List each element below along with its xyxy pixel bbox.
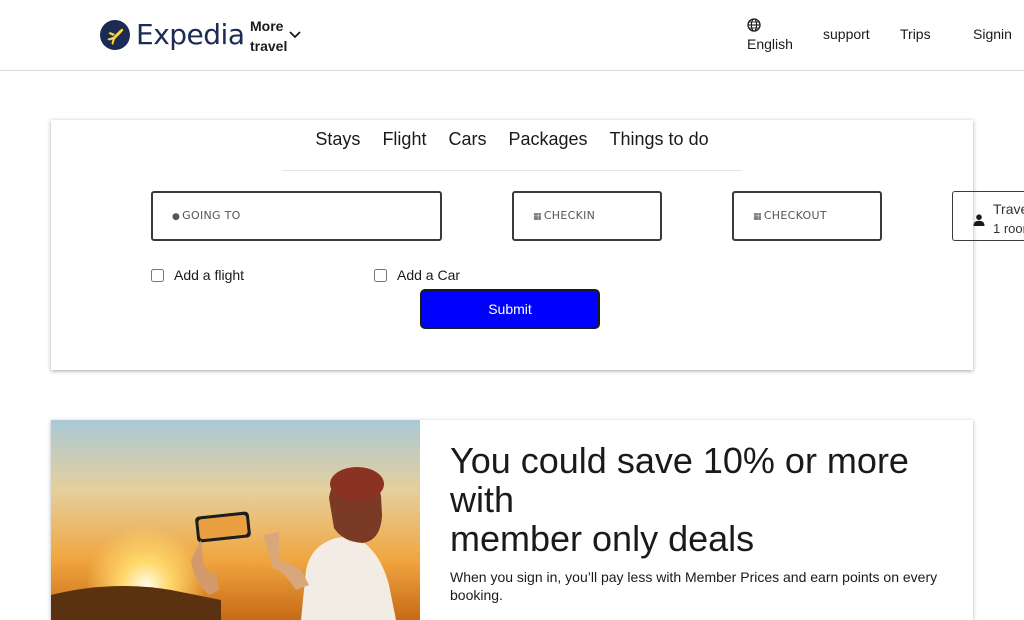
logo-wordmark: Expedia: [136, 18, 245, 51]
member-deals-promo: You could save 10% or more with member o…: [51, 420, 973, 620]
site-header: Expedia More travel English support Trip…: [0, 0, 1024, 71]
support-link[interactable]: support: [823, 26, 870, 42]
submit-button[interactable]: Submit: [420, 289, 600, 329]
promo-description: When you sign in, you’ll pay less with M…: [450, 569, 938, 603]
going-to-placeholder: GOING TO: [182, 209, 241, 222]
tab-stays[interactable]: Stays: [304, 120, 371, 170]
promo-heading-line2: member only deals: [450, 518, 755, 559]
add-car-option[interactable]: Add a Car: [374, 267, 460, 283]
going-to-input[interactable]: ● GOING TO: [151, 191, 442, 241]
search-form-card: Stays Flight Cars Packages Things to do …: [51, 120, 1024, 370]
map-pin-icon: ●: [172, 212, 181, 222]
tab-flight[interactable]: Flight: [371, 120, 437, 170]
globe-icon: [747, 18, 761, 32]
travelers-label: Trave: [993, 201, 1024, 217]
travelers-selector[interactable]: Trave 1 room: [952, 191, 1024, 241]
add-flight-label: Add a flight: [174, 267, 245, 283]
tab-packages[interactable]: Packages: [497, 120, 598, 170]
more-travel-menu[interactable]: More travel: [250, 16, 301, 56]
add-car-checkbox[interactable]: [374, 268, 387, 282]
add-flight-checkbox[interactable]: [151, 268, 164, 282]
checkin-input[interactable]: ▦ CHECKIN: [512, 191, 662, 241]
tab-things-to-do[interactable]: Things to do: [599, 120, 720, 170]
travelers-value: 1 room: [993, 221, 1024, 236]
tab-cars[interactable]: Cars: [437, 120, 497, 170]
calendar-icon: ▦: [753, 212, 762, 222]
language-label: English: [747, 36, 793, 52]
language-selector[interactable]: English: [747, 16, 793, 54]
checkin-placeholder: CHECKIN: [543, 209, 596, 222]
checkout-input[interactable]: ▦ CHECKOUT: [732, 191, 882, 241]
promo-heading: You could save 10% or more with member o…: [450, 441, 950, 558]
person-icon: [973, 214, 985, 226]
signin-link[interactable]: Signin: [973, 26, 1012, 42]
add-car-label: Add a Car: [397, 267, 461, 283]
promo-heading-line1: You could save 10% or more with: [450, 440, 909, 520]
sunset-photo: [51, 420, 420, 620]
add-flight-option[interactable]: Add a flight: [151, 267, 244, 283]
more-travel-label-line1: More: [250, 18, 284, 34]
more-travel-label-line2: travel: [250, 38, 288, 54]
expedia-logo[interactable]: Expedia: [100, 18, 245, 51]
checkout-placeholder: CHECKOUT: [763, 209, 827, 222]
chevron-down-icon: [289, 31, 301, 39]
expedia-plane-icon: [100, 19, 130, 50]
calendar-icon: ▦: [533, 212, 542, 222]
search-tabs: Stays Flight Cars Packages Things to do: [282, 120, 742, 171]
trips-link[interactable]: Trips: [900, 26, 931, 42]
